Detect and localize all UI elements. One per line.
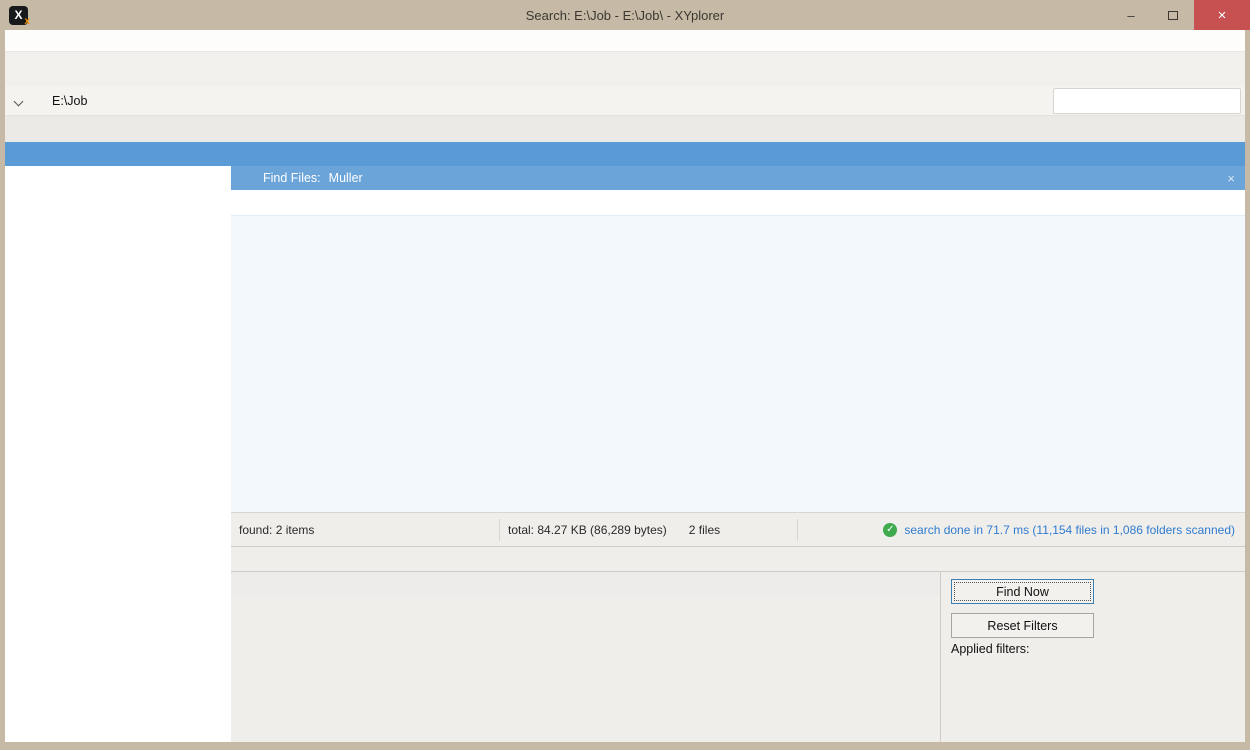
status-bar: found: 2 items total: 84.27 KB (86,289 b…: [231, 512, 1245, 546]
search-results-pane: Find Files: Muller × found: 2 items tota…: [231, 166, 1245, 742]
minimize-button[interactable]: –: [1110, 0, 1152, 30]
tab-bar: [5, 116, 1245, 142]
filter-icon: [1060, 93, 1075, 108]
reset-filters-button[interactable]: Reset Filters: [951, 613, 1094, 638]
xyplorer-window: Xx Search: E:\Job - E:\Job\ - XYplorer –…: [0, 0, 1250, 750]
menu-bar: [5, 30, 1245, 52]
title-bar: Xx Search: E:\Job - E:\Job\ - XYplorer –…: [0, 0, 1250, 30]
folder-icon: [28, 93, 45, 108]
toolbar: [5, 52, 1245, 86]
status-search-result: search done in 71.7 ms (11,154 files in …: [904, 523, 1235, 537]
window-title: Search: E:\Job - E:\Job\ - XYplorer: [0, 8, 1250, 23]
live-filter-box[interactable]: [1053, 88, 1241, 114]
maximize-button[interactable]: [1152, 0, 1194, 30]
maximize-icon: [1168, 11, 1178, 20]
find-files-subtabs: [231, 571, 940, 596]
find-files-header-value: Muller: [329, 171, 363, 185]
status-found: found: 2 items: [231, 523, 499, 537]
success-check-icon: ✓: [883, 523, 897, 537]
breadcrumb: [5, 142, 1245, 166]
filter-actions-panel: Find Now Reset Filters Applied filters:: [940, 571, 1245, 742]
address-bar: E:\Job: [5, 86, 1245, 116]
status-files: 2 files: [667, 523, 720, 537]
search-icon: [240, 171, 255, 186]
close-button[interactable]: ×: [1194, 0, 1250, 30]
status-total: total: 84.27 KB (86,289 bytes): [500, 523, 667, 537]
address-expander-icon[interactable]: [15, 92, 22, 110]
find-files-header: Find Files: Muller ×: [231, 166, 1245, 190]
file-list: [231, 216, 1245, 512]
find-files-header-label: Find Files:: [263, 171, 321, 185]
file-list-header: [231, 190, 1245, 216]
address-path[interactable]: E:\Job: [52, 94, 87, 108]
find-now-button[interactable]: Find Now: [951, 579, 1094, 604]
close-panel-icon[interactable]: ×: [1227, 171, 1235, 186]
applied-filters-label: Applied filters:: [951, 642, 1030, 656]
name-location-form: [231, 596, 940, 742]
folder-tree: [5, 166, 231, 742]
info-panel-tabs: [231, 546, 1245, 571]
